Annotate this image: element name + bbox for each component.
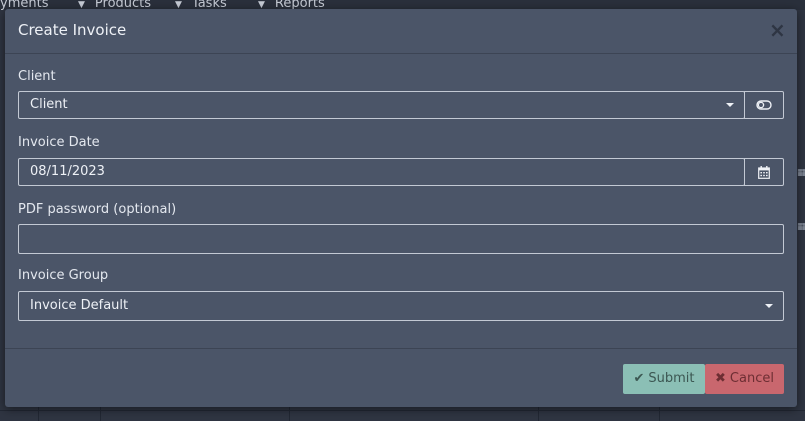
check-icon: ✔ [633, 371, 645, 386]
submit-button-label: Submit [648, 371, 695, 386]
modal-footer: ✔ Submit ✖ Cancel [5, 348, 797, 408]
pdf-password-input[interactable] [18, 224, 784, 254]
invoice-date-value: 08/11/2023 [30, 164, 105, 179]
submit-button[interactable]: ✔ Submit [623, 364, 705, 394]
background-divider [0, 410, 805, 411]
client-label: Client [18, 69, 56, 84]
cross-icon: ✖ [715, 371, 726, 386]
calendar-icon [758, 165, 770, 179]
client-select[interactable]: Client [18, 91, 745, 119]
modal-header: Create Invoice × [5, 9, 797, 54]
close-icon[interactable]: × [769, 20, 786, 40]
invoice-group-value: Invoice Default [30, 298, 129, 313]
client-select-value: Client [30, 97, 68, 112]
create-invoice-modal: Create Invoice × Client Client Invoice D… [5, 9, 797, 407]
caret-down-icon [765, 304, 773, 308]
calendar-icon: ▦ [797, 168, 805, 178]
invoice-date-label: Invoice Date [18, 135, 100, 150]
toggle-icon [756, 100, 772, 110]
client-toggle-button[interactable] [744, 91, 784, 119]
calendar-button[interactable] [744, 158, 784, 186]
modal-title: Create Invoice [18, 21, 127, 39]
invoice-date-input[interactable]: 08/11/2023 [18, 158, 745, 186]
pdf-password-label: PDF password (optional) [18, 202, 177, 217]
invoice-group-label: Invoice Group [18, 268, 109, 283]
caret-down-icon [726, 103, 734, 107]
invoice-group-select[interactable]: Invoice Default [18, 291, 784, 321]
cancel-button-label: Cancel [729, 371, 774, 386]
cancel-button[interactable]: ✖ Cancel [705, 364, 784, 394]
calendar-icon: ▦ [797, 222, 805, 232]
